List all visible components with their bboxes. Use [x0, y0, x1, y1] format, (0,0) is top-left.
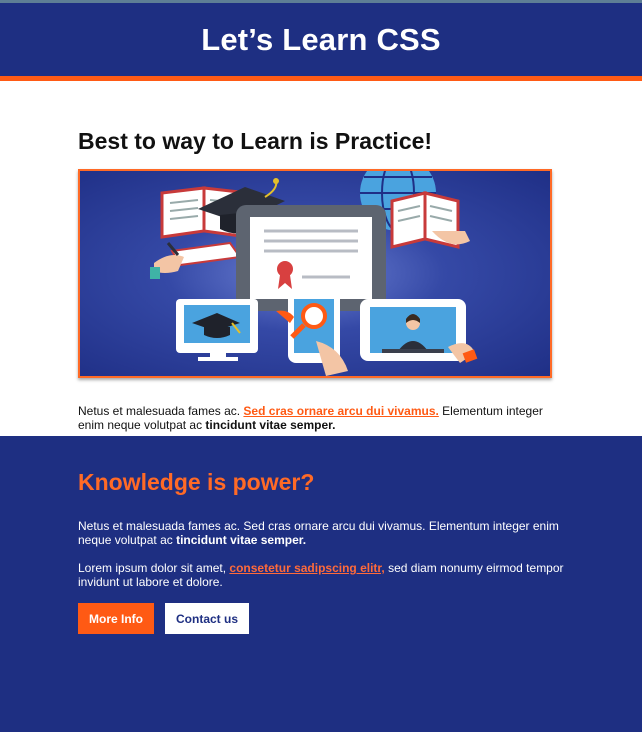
video-lesson-tablet-icon — [360, 299, 478, 363]
book-in-hand-icon — [390, 191, 470, 249]
intro-bold-text: tincidunt vitae semper. — [205, 418, 336, 432]
page-header: Let’s Learn CSS — [0, 3, 642, 81]
button-group: More Info Contact us — [78, 603, 564, 634]
main-content: Best to way to Learn is Practice! Netus … — [0, 81, 642, 436]
intro-link[interactable]: Sed cras ornare arcu dui vivamus. — [243, 404, 438, 418]
page-title: Let’s Learn CSS — [201, 21, 441, 57]
intro-paragraph: Netus et malesuada fames ac. Sed cras or… — [78, 404, 564, 432]
section-paragraph-1: Netus et malesuada fames ac. Sed cras or… — [78, 519, 564, 547]
more-info-button[interactable]: More Info — [78, 603, 154, 634]
monitor-icon — [176, 299, 258, 361]
contact-us-button[interactable]: Contact us — [165, 603, 250, 634]
section-paragraph-2: Lorem ipsum dolor sit amet, consetetur s… — [78, 561, 564, 589]
section-text-2: Lorem ipsum dolor sit amet, — [78, 561, 230, 575]
section-text-1: Netus et malesuada fames ac. Sed cras or… — [78, 519, 559, 547]
section-heading: Knowledge is power? — [78, 469, 315, 495]
section-bold-text: tincidunt vitae semper. — [176, 533, 307, 547]
intro-text: Netus et malesuada fames ac. — [78, 404, 244, 418]
knowledge-section: Knowledge is power? Netus et malesuada f… — [0, 436, 642, 732]
main-heading: Best to way to Learn is Practice! — [78, 128, 433, 154]
online-learning-illustration-icon — [150, 171, 478, 376]
section-link[interactable]: consetetur sadipscing elitr, — [229, 561, 384, 575]
writing-hand-icon — [150, 241, 242, 279]
hero-illustration — [78, 169, 552, 378]
